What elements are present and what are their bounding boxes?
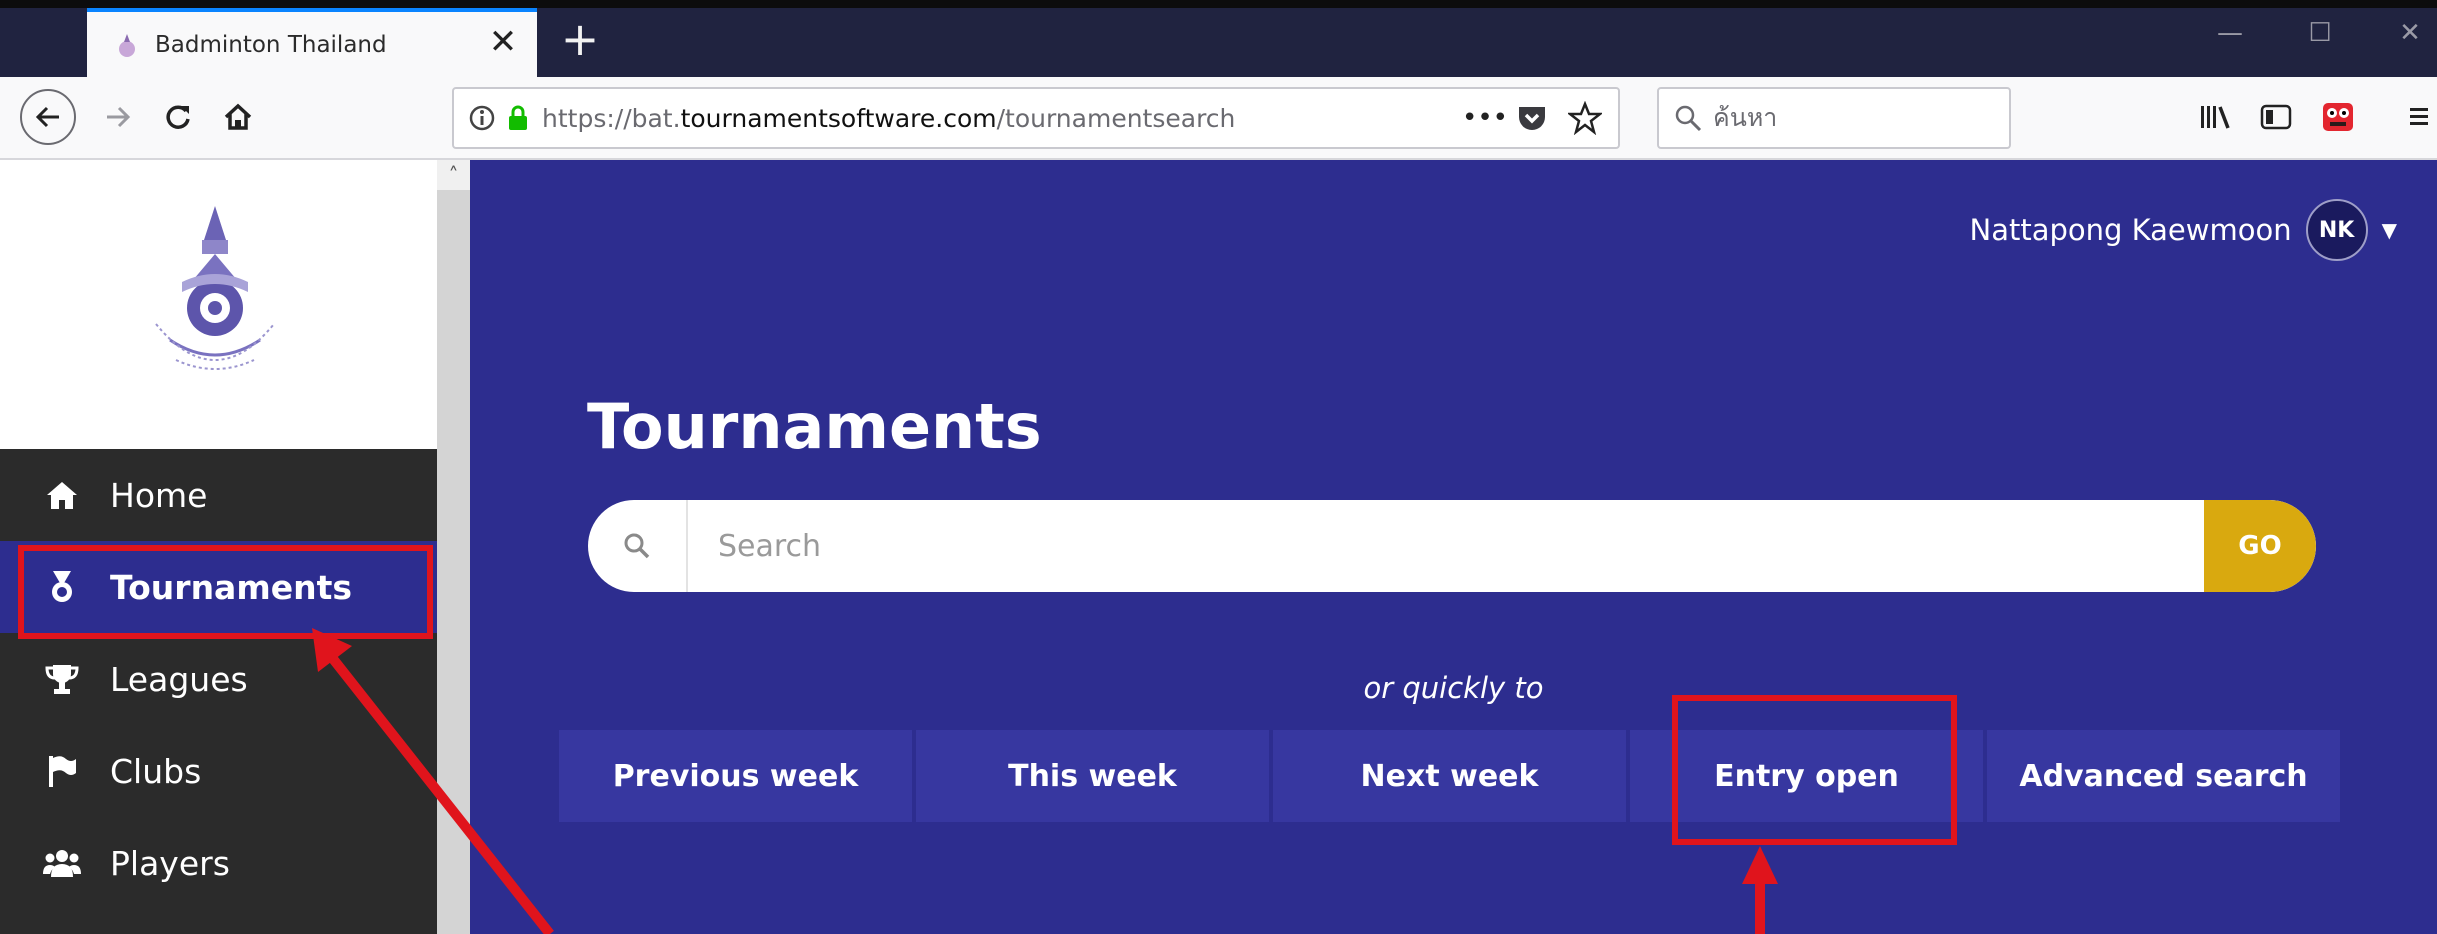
sidebar-item-label: Leagues bbox=[110, 659, 248, 699]
home-button[interactable] bbox=[210, 89, 266, 145]
bookmark-star-icon[interactable] bbox=[1568, 101, 1602, 135]
advanced-search-button[interactable]: Advanced search bbox=[1987, 730, 2340, 822]
tab-title: Badminton Thailand bbox=[155, 31, 387, 58]
user-name: Nattapong Kaewmoon bbox=[1969, 213, 2292, 247]
flag-icon bbox=[40, 749, 84, 793]
info-icon[interactable] bbox=[468, 104, 496, 132]
library-button[interactable] bbox=[2188, 89, 2244, 145]
hamburger-icon bbox=[2410, 108, 2428, 125]
next-week-button[interactable]: Next week bbox=[1273, 730, 1626, 822]
search-icon bbox=[588, 500, 688, 592]
home-browser-icon bbox=[224, 103, 252, 130]
go-button[interactable]: GO bbox=[2204, 500, 2316, 592]
magnifier-icon bbox=[1673, 103, 1703, 133]
browser-tab[interactable]: Badminton Thailand ✕ bbox=[87, 8, 537, 77]
sidebar-item-label: Home bbox=[110, 475, 208, 515]
page-viewport: Home Tournaments Leagues Clubs Players ˄… bbox=[0, 160, 2437, 934]
minimize-icon[interactable]: — bbox=[2205, 18, 2255, 58]
reload-button[interactable] bbox=[150, 89, 206, 145]
trophy-icon bbox=[40, 657, 84, 701]
monster-extension-icon bbox=[2323, 103, 2353, 131]
page-title: Tournaments bbox=[587, 390, 1042, 463]
url-path: /tournamentsearch bbox=[996, 103, 1236, 133]
new-tab-button[interactable]: + bbox=[555, 16, 605, 66]
library-icon bbox=[2201, 106, 2230, 129]
back-button[interactable] bbox=[20, 89, 76, 145]
sidebar-item-label: Players bbox=[110, 843, 230, 883]
browser-nav-bar: https://bat.tournamentsoftware.com/tourn… bbox=[0, 77, 2437, 160]
sidebar-item-label: Tournaments bbox=[110, 567, 353, 607]
back-arrow-icon bbox=[35, 106, 59, 128]
page-actions-menu-icon[interactable]: ••• bbox=[1462, 103, 1508, 133]
entry-open-button[interactable]: Entry open bbox=[1630, 730, 1983, 822]
medal-icon bbox=[40, 565, 84, 609]
lock-icon bbox=[506, 104, 530, 132]
extension-button[interactable] bbox=[2310, 89, 2366, 145]
tab-strip-spacer bbox=[0, 8, 87, 77]
browser-tab-strip: Badminton Thailand ✕ + — ☐ ✕ bbox=[0, 0, 2437, 77]
forward-arrow-icon bbox=[107, 106, 131, 128]
url-prefix: https://bat. bbox=[542, 103, 681, 133]
tab-strip-empty bbox=[537, 8, 2437, 77]
browser-search-bar[interactable]: ค้นหา bbox=[1657, 87, 2011, 149]
home-icon bbox=[40, 473, 84, 517]
app-menu-button[interactable] bbox=[2395, 89, 2437, 145]
user-menu[interactable]: Nattapong Kaewmoon NK ▼ bbox=[1969, 199, 2397, 261]
sidebar-toggle-icon bbox=[2260, 104, 2292, 130]
quick-links-label: or quickly to bbox=[1363, 671, 1544, 705]
sidebar-item-home[interactable]: Home bbox=[0, 449, 437, 541]
favicon-icon bbox=[113, 31, 141, 59]
url-domain: tournamentsoftware.com bbox=[680, 103, 997, 133]
sidebar-toggle-button[interactable] bbox=[2248, 89, 2304, 145]
quick-links: Previous week This week Next week Entry … bbox=[559, 730, 2340, 822]
close-window-icon[interactable]: ✕ bbox=[2385, 18, 2435, 58]
sidebar-item-clubs[interactable]: Clubs bbox=[0, 725, 437, 817]
sidebar-item-tournaments[interactable]: Tournaments bbox=[0, 541, 437, 633]
sidebar-nav: Home Tournaments Leagues Clubs Players bbox=[0, 449, 437, 934]
sidebar-item-label: Clubs bbox=[110, 751, 202, 791]
association-logo bbox=[155, 206, 275, 370]
forward-button[interactable] bbox=[90, 89, 146, 145]
this-week-button[interactable]: This week bbox=[916, 730, 1269, 822]
scrollbar[interactable] bbox=[437, 160, 470, 934]
maximize-icon[interactable]: ☐ bbox=[2295, 18, 2345, 58]
sidebar-item-leagues[interactable]: Leagues bbox=[0, 633, 437, 725]
browser-search-placeholder: ค้นหา bbox=[1713, 103, 1778, 132]
caret-down-icon: ▼ bbox=[2381, 218, 2397, 242]
search-input[interactable] bbox=[688, 500, 2204, 592]
main-content: Nattapong Kaewmoon NK ▼ Tournaments GO o… bbox=[470, 160, 2437, 934]
tournament-search-box: GO bbox=[588, 500, 2316, 592]
url-text: https://bat.tournamentsoftware.com/tourn… bbox=[542, 104, 1235, 133]
close-tab-icon[interactable]: ✕ bbox=[483, 22, 523, 62]
url-bar[interactable]: https://bat.tournamentsoftware.com/tourn… bbox=[452, 87, 1620, 149]
users-icon bbox=[40, 841, 84, 885]
previous-week-button[interactable]: Previous week bbox=[559, 730, 912, 822]
reload-icon bbox=[166, 105, 190, 129]
scroll-up-icon[interactable]: ˄ bbox=[437, 160, 470, 190]
avatar: NK bbox=[2305, 199, 2368, 261]
pocket-icon[interactable] bbox=[1516, 103, 1548, 133]
sidebar-item-players[interactable]: Players bbox=[0, 817, 437, 909]
logo-panel bbox=[0, 160, 437, 449]
